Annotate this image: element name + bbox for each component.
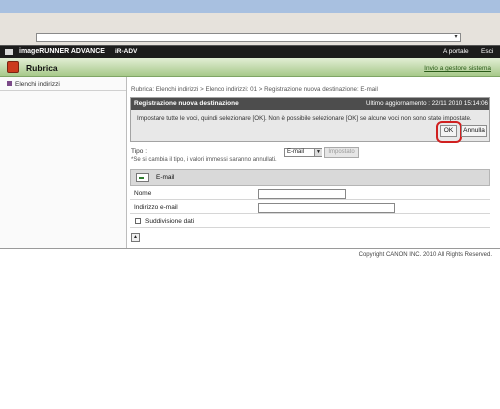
brand-name: imageRUNNER ADVANCE xyxy=(19,48,105,55)
instruction-text: Impostare tutte le voci, quindi selezion… xyxy=(137,115,472,122)
sidebar-item-label[interactable]: Elenchi indirizzi xyxy=(15,81,60,88)
last-updated: Ultimo aggiornamento : 22/11 2010 15:14:… xyxy=(366,100,488,107)
page-title: Rubrica xyxy=(26,63,58,73)
chevron-down-icon[interactable]: ▾ xyxy=(452,34,460,41)
cancel-button[interactable]: Annulla xyxy=(461,125,487,137)
send-to-admin-link[interactable]: Invio a gestore sistema xyxy=(424,65,491,72)
address-book-icon xyxy=(7,61,19,73)
exit-link[interactable]: Esci xyxy=(481,48,493,55)
email-address-label: Indirizzo e-mail xyxy=(134,204,178,211)
panel-title: Registrazione nuova destinazione xyxy=(134,100,239,107)
bullet-icon xyxy=(7,81,12,86)
canon-logo-icon xyxy=(5,49,13,55)
apply-type-button[interactable]: Impostato xyxy=(324,147,359,158)
email-address-field[interactable] xyxy=(258,203,395,213)
device-model: iR-ADV xyxy=(115,48,138,55)
email-icon xyxy=(136,173,149,182)
email-section-title: E-mail xyxy=(156,174,175,181)
breadcrumb: Rubrica: Elenchi indirizzi > Elenco indi… xyxy=(131,86,378,93)
ok-highlight-ring xyxy=(436,121,462,143)
data-split-label: Suddivisione dati xyxy=(145,218,195,225)
portal-link[interactable]: A portale xyxy=(443,48,469,55)
scroll-top-button[interactable]: ▲ xyxy=(131,233,140,242)
data-split-checkbox[interactable] xyxy=(135,218,141,224)
type-note: *Se si cambia il tipo, i valori immessi … xyxy=(131,157,277,163)
name-field[interactable] xyxy=(258,189,346,199)
type-label: Tipo : xyxy=(131,148,148,155)
sidebar xyxy=(0,77,127,248)
address-bar[interactable] xyxy=(36,33,461,42)
footer-divider xyxy=(0,248,500,249)
name-label: Nome xyxy=(134,190,152,197)
chevron-down-icon[interactable]: ▼ xyxy=(314,149,322,156)
browser-title-band xyxy=(0,0,500,13)
copyright: Copyright CANON INC. 2010 All Rights Res… xyxy=(358,252,492,258)
email-section-header xyxy=(130,169,490,186)
